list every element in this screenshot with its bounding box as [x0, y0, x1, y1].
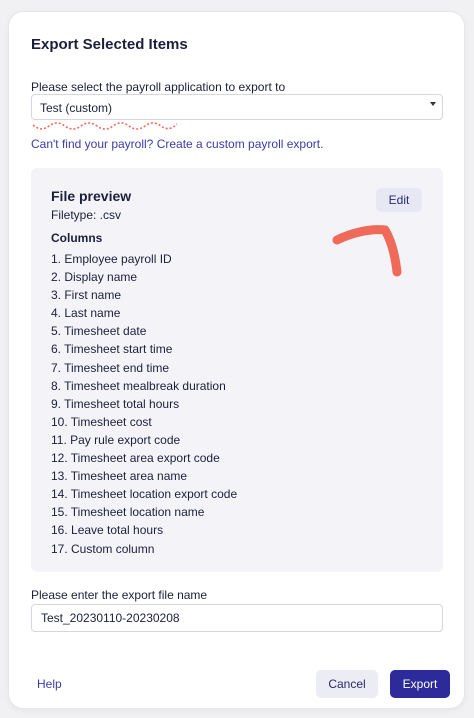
columns-list: 1. Employee payroll ID 2. Display name 3…	[51, 250, 237, 558]
column-item: 15. Timesheet location name	[51, 505, 205, 520]
file-preview-title: File preview	[51, 188, 132, 204]
column-item: 14. Timesheet location export code	[51, 487, 238, 502]
column-item: 8. Timesheet mealbreak duration	[51, 378, 226, 393]
column-item: 1. Employee payroll ID	[51, 252, 172, 266]
column-item: 9. Timesheet total hours	[51, 396, 180, 411]
column-item: 5. Timesheet date	[51, 324, 147, 339]
edit-button[interactable]: Edit	[376, 188, 422, 212]
help-link[interactable]: Help	[37, 677, 62, 691]
column-item: 4. Last name	[51, 306, 121, 321]
spellcheck-squiggle-annotation	[32, 122, 178, 130]
export-dialog: Export Selected Items Please select the …	[9, 12, 464, 708]
chevron-down-icon	[430, 102, 436, 106]
column-item: 12. Timesheet area export code	[51, 451, 220, 466]
column-item: 13. Timesheet area name	[51, 469, 188, 484]
filename-label: Please enter the export file name	[31, 588, 208, 602]
create-custom-export-link[interactable]: Can't find your payroll? Create a custom…	[31, 137, 323, 151]
column-item: 11. Pay rule export code	[51, 432, 181, 447]
export-button[interactable]: Export	[390, 670, 450, 698]
payroll-select-value: Test (custom)	[40, 101, 113, 115]
cancel-button[interactable]: Cancel	[316, 670, 378, 698]
payroll-select-label: Please select the payroll application to…	[31, 80, 286, 94]
column-item: 2. Display name	[51, 270, 138, 285]
filetype-text: Filetype: .csv	[51, 208, 122, 222]
column-item: 3. First name	[51, 288, 122, 303]
dialog-title: Export Selected Items	[31, 36, 188, 53]
columns-title: Columns	[51, 231, 103, 245]
column-item: 7. Timesheet end time	[51, 360, 170, 375]
arrow-annotation-icon	[332, 225, 402, 277]
payroll-select[interactable]: Test (custom)	[31, 94, 443, 120]
column-item: 16. Leave total hours	[51, 523, 164, 538]
column-item: 17. Custom column	[51, 541, 155, 556]
column-item: 10. Timesheet cost	[51, 414, 152, 429]
column-item: 6. Timesheet start time	[51, 342, 173, 357]
filename-input[interactable]	[31, 604, 443, 632]
